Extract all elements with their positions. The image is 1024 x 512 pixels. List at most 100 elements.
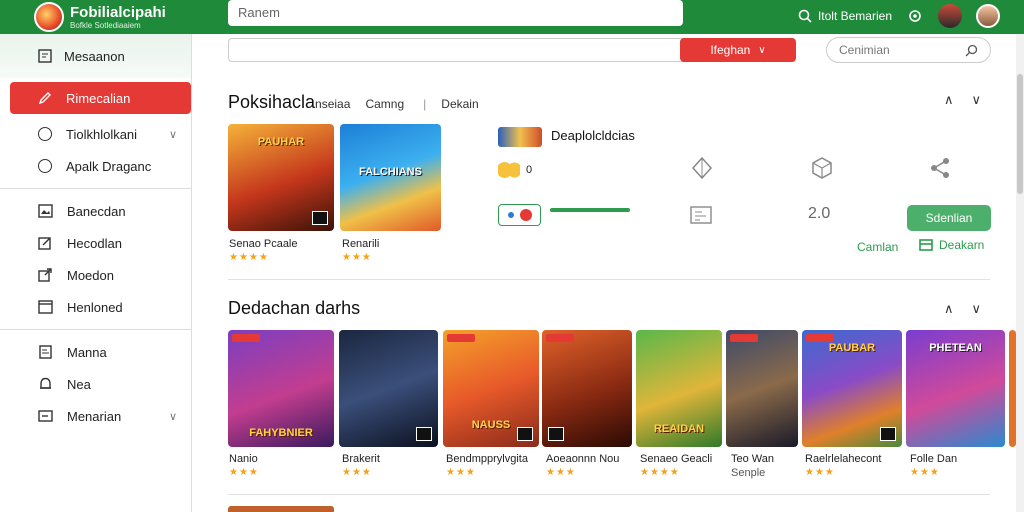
game-tile[interactable]: FALCHIANS bbox=[340, 124, 441, 231]
secondary-search-input[interactable]: Cenimian bbox=[826, 37, 991, 63]
game-name: Senao Pcaale bbox=[229, 238, 298, 250]
scrollbar-thumb[interactable] bbox=[1017, 74, 1023, 194]
edit-icon bbox=[38, 237, 51, 250]
search-placeholder: Cenimian bbox=[839, 43, 890, 57]
game-tile[interactable]: PAUHAR bbox=[228, 124, 334, 231]
game-tile-title: PHETEAN bbox=[929, 342, 982, 354]
stat-value: 2.0 bbox=[808, 205, 831, 222]
sidebar-item[interactable]: Apalk Draganc bbox=[0, 150, 191, 182]
game-tile-partial[interactable] bbox=[228, 506, 334, 512]
detail-link[interactable]: Camlan bbox=[857, 240, 898, 254]
divider bbox=[0, 188, 191, 189]
record-icon bbox=[519, 209, 532, 221]
brand-title: Fobilialcipahi bbox=[70, 3, 166, 21]
sidebar-item[interactable]: Henloned bbox=[0, 291, 191, 323]
pen-icon bbox=[38, 92, 51, 105]
chevron-down-icon: ∨ bbox=[758, 44, 766, 56]
circle-icon bbox=[38, 159, 52, 173]
section-tab[interactable]: Camng bbox=[365, 97, 404, 111]
chart-icon[interactable] bbox=[690, 205, 712, 225]
game-name: Nanio bbox=[229, 453, 258, 465]
sidebar-item-label: Manna bbox=[67, 344, 107, 360]
category-dropdown[interactable]: Ifeghan ∨ bbox=[680, 38, 796, 62]
sidebar-item[interactable]: Banecdan bbox=[0, 195, 191, 227]
game-name: Senaeo Geacli bbox=[640, 453, 713, 465]
user-search-link[interactable]: Itolt Bemarien bbox=[798, 9, 892, 23]
brand-logo bbox=[34, 2, 64, 32]
sidebar-item[interactable]: Moedon bbox=[0, 259, 191, 291]
game-tile-partial[interactable] bbox=[1009, 330, 1016, 447]
divider bbox=[228, 279, 990, 280]
sidebar-item-active[interactable]: Rimecalian bbox=[10, 82, 191, 114]
chevron-down-icon[interactable]: ∨ bbox=[972, 301, 982, 317]
game-tile[interactable]: FAHYBNIER bbox=[228, 330, 334, 447]
detail-link-with-icon[interactable]: Deakarn bbox=[919, 238, 984, 252]
sidebar: Mesaanon Rimecalian Tiolkhlolkani ∨ Apal… bbox=[0, 34, 192, 512]
game-rating: ★★★ bbox=[229, 467, 259, 478]
avatar-secondary[interactable] bbox=[938, 4, 962, 28]
game-sub: Senple bbox=[731, 467, 766, 479]
sidebar-item[interactable]: Hecodlan bbox=[0, 227, 191, 259]
chevron-up-icon[interactable]: ∧ bbox=[944, 92, 954, 108]
game-rating: ★★★★ bbox=[229, 252, 269, 263]
game-tile[interactable] bbox=[339, 330, 438, 447]
game-rating: ★★★ bbox=[910, 467, 940, 478]
game-rating: ★★★ bbox=[342, 467, 372, 478]
detail-link-label: Deakarn bbox=[939, 238, 985, 252]
top-right-actions: Itolt Bemarien bbox=[798, 4, 1000, 28]
section-nav: ∧ ∨ bbox=[944, 92, 981, 108]
game-rating: ★★★★ bbox=[640, 467, 680, 478]
page-icon bbox=[38, 49, 52, 63]
app-logo bbox=[498, 127, 542, 147]
cube-icon[interactable] bbox=[810, 156, 834, 180]
sidebar-item[interactable]: Tiolkhlolkani ∨ bbox=[0, 118, 191, 150]
game-name: Aoeaonnn Nou bbox=[546, 453, 620, 465]
game-tile[interactable] bbox=[542, 330, 632, 447]
game-tile[interactable]: PAUBAR bbox=[802, 330, 902, 447]
sidebar-item-label: Apalk Draganc bbox=[66, 158, 152, 174]
search-input[interactable]: Ranem bbox=[228, 0, 683, 26]
game-tile[interactable]: REAIDAN bbox=[636, 330, 722, 447]
game-tile[interactable]: PHETEAN bbox=[906, 330, 1005, 447]
avatar[interactable] bbox=[976, 4, 1000, 28]
game-tile[interactable]: NAUSS bbox=[443, 330, 539, 447]
toggle-switch[interactable] bbox=[498, 204, 541, 226]
chevron-down-icon[interactable]: ∨ bbox=[169, 410, 177, 423]
search-icon bbox=[965, 44, 978, 56]
sidebar-item[interactable]: Menarian ∨ bbox=[0, 400, 191, 432]
game-rating: ★★★ bbox=[342, 252, 372, 263]
doc-icon bbox=[39, 345, 52, 359]
brand[interactable]: Fobilialcipahi Bofkle Sotlediaaiem bbox=[34, 2, 166, 32]
game-rating: ★★★ bbox=[805, 467, 835, 478]
game-tile-title: FALCHIANS bbox=[359, 166, 422, 178]
share-icon[interactable] bbox=[929, 157, 951, 179]
badge-tag bbox=[806, 334, 834, 342]
section-subtitle: nseiaa bbox=[315, 97, 351, 111]
chevron-down-icon[interactable]: ∨ bbox=[169, 128, 177, 141]
game-tile-title: PAUBAR bbox=[828, 342, 876, 354]
badge-icon bbox=[312, 211, 328, 225]
sidebar-item[interactable]: Nea bbox=[0, 368, 191, 400]
rating-value: 0 bbox=[526, 164, 533, 176]
bell-icon bbox=[40, 377, 51, 389]
install-button[interactable]: Sdenlian bbox=[907, 205, 991, 231]
scrollbar[interactable] bbox=[1016, 34, 1024, 512]
section-title-text: Poksihacla bbox=[228, 92, 316, 112]
sidebar-header[interactable]: Mesaanon bbox=[0, 34, 191, 78]
sidebar-item-label: Rimecalian bbox=[66, 90, 131, 106]
app-title: Deaplolcldcias bbox=[551, 128, 635, 143]
chevron-up-icon[interactable]: ∧ bbox=[944, 301, 954, 317]
emoji-icon bbox=[498, 162, 520, 178]
picture-icon bbox=[38, 204, 53, 218]
game-tile[interactable] bbox=[726, 330, 798, 447]
badge-icon bbox=[548, 427, 564, 441]
chevron-down-icon[interactable]: ∨ bbox=[972, 92, 982, 108]
sidebar-item-label: Moedon bbox=[67, 267, 114, 283]
diamond-icon[interactable] bbox=[690, 156, 714, 180]
section-tab[interactable]: Dekain bbox=[441, 97, 478, 111]
settings-icon[interactable] bbox=[906, 7, 924, 25]
badge-icon bbox=[416, 427, 432, 441]
divider bbox=[228, 494, 990, 495]
sidebar-item[interactable]: Manna bbox=[0, 336, 191, 368]
game-tile-title: PAUHAR bbox=[257, 136, 305, 148]
